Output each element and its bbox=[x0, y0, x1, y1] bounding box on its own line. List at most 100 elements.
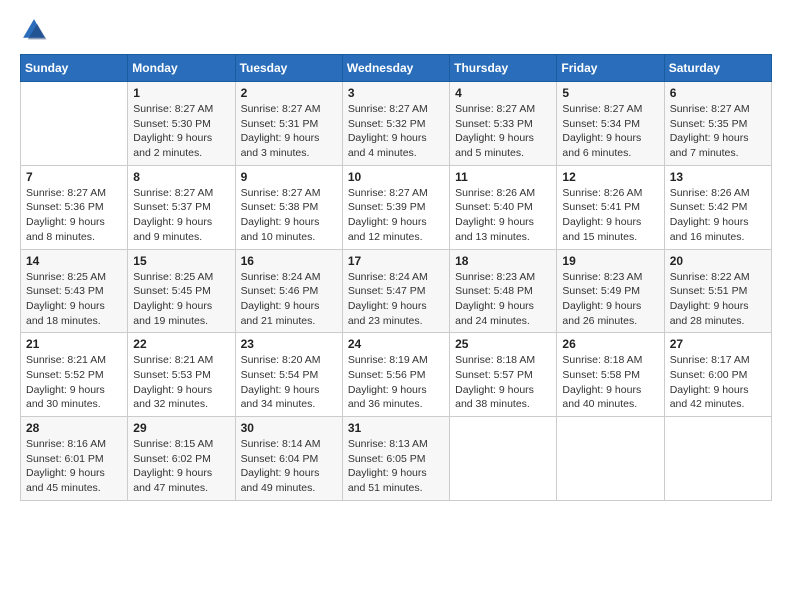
day-number: 8 bbox=[133, 170, 229, 184]
calendar-cell: 23Sunrise: 8:20 AM Sunset: 5:54 PM Dayli… bbox=[235, 333, 342, 417]
calendar-cell: 21 Sunrise: 8:21 AM Sunset: 5:52 PM Dayli… bbox=[21, 333, 128, 417]
day-info: Sunrise: 8:17 AM Sunset: 6:00 PM Dayligh… bbox=[670, 353, 766, 412]
weekday-header-tuesday: Tuesday bbox=[235, 55, 342, 82]
day-info: Sunrise: 8:27 AM Sunset: 5:30 PM Dayligh… bbox=[133, 102, 229, 161]
day-number: 1 bbox=[133, 86, 229, 100]
day-number: 25 bbox=[455, 337, 551, 351]
day-number: 15 bbox=[133, 254, 229, 268]
calendar-cell: 15 Sunrise: 8:25 AM Sunset: 5:45 PM Dayli… bbox=[128, 249, 235, 333]
calendar-cell: 4 Sunrise: 8:27 AM Sunset: 5:33 PM Daylig… bbox=[450, 82, 557, 166]
calendar-cell: 22Sunrise: 8:21 AM Sunset: 5:53 PM Dayli… bbox=[128, 333, 235, 417]
day-number: 18 bbox=[455, 254, 551, 268]
weekday-header-friday: Friday bbox=[557, 55, 664, 82]
calendar-cell: 8Sunrise: 8:27 AM Sunset: 5:37 PM Daylig… bbox=[128, 165, 235, 249]
day-number: 9 bbox=[241, 170, 337, 184]
day-info: Sunrise: 8:18 AM Sunset: 5:57 PM Dayligh… bbox=[455, 353, 551, 412]
calendar-cell bbox=[21, 82, 128, 166]
weekday-header-sunday: Sunday bbox=[21, 55, 128, 82]
day-number: 16 bbox=[241, 254, 337, 268]
day-number: 24 bbox=[348, 337, 444, 351]
day-info: Sunrise: 8:27 AM Sunset: 5:38 PM Dayligh… bbox=[241, 186, 337, 245]
day-number: 19 bbox=[562, 254, 658, 268]
calendar-cell: 17Sunrise: 8:24 AM Sunset: 5:47 PM Dayli… bbox=[342, 249, 449, 333]
day-info: Sunrise: 8:16 AM Sunset: 6:01 PM Dayligh… bbox=[26, 437, 122, 496]
calendar-cell: 20 Sunrise: 8:22 AM Sunset: 5:51 PM Dayli… bbox=[664, 249, 771, 333]
calendar-cell bbox=[664, 417, 771, 501]
calendar-cell: 18 Sunrise: 8:23 AM Sunset: 5:48 PM Dayli… bbox=[450, 249, 557, 333]
week-row-5: 28Sunrise: 8:16 AM Sunset: 6:01 PM Dayli… bbox=[21, 417, 772, 501]
calendar-cell bbox=[450, 417, 557, 501]
logo-icon bbox=[20, 16, 48, 44]
day-number: 12 bbox=[562, 170, 658, 184]
day-number: 31 bbox=[348, 421, 444, 435]
day-number: 20 bbox=[670, 254, 766, 268]
calendar-cell: 11 Sunrise: 8:26 AM Sunset: 5:40 PM Dayli… bbox=[450, 165, 557, 249]
day-info: Sunrise: 8:24 AM Sunset: 5:47 PM Dayligh… bbox=[348, 270, 444, 329]
day-info: Sunrise: 8:23 AM Sunset: 5:48 PM Dayligh… bbox=[455, 270, 551, 329]
day-info: Sunrise: 8:27 AM Sunset: 5:39 PM Dayligh… bbox=[348, 186, 444, 245]
weekday-header-wednesday: Wednesday bbox=[342, 55, 449, 82]
calendar-cell: 3 Sunrise: 8:27 AM Sunset: 5:32 PM Daylig… bbox=[342, 82, 449, 166]
day-info: Sunrise: 8:21 AM Sunset: 5:52 PM Dayligh… bbox=[26, 353, 122, 412]
calendar-cell: 30Sunrise: 8:14 AM Sunset: 6:04 PM Dayli… bbox=[235, 417, 342, 501]
calendar-cell: 19 Sunrise: 8:23 AM Sunset: 5:49 PM Dayli… bbox=[557, 249, 664, 333]
calendar-cell: 9 Sunrise: 8:27 AM Sunset: 5:38 PM Daylig… bbox=[235, 165, 342, 249]
calendar-cell: 7 Sunrise: 8:27 AM Sunset: 5:36 PM Daylig… bbox=[21, 165, 128, 249]
day-info: Sunrise: 8:27 AM Sunset: 5:32 PM Dayligh… bbox=[348, 102, 444, 161]
calendar-header: SundayMondayTuesdayWednesdayThursdayFrid… bbox=[21, 55, 772, 82]
day-info: Sunrise: 8:18 AM Sunset: 5:58 PM Dayligh… bbox=[562, 353, 658, 412]
day-info: Sunrise: 8:15 AM Sunset: 6:02 PM Dayligh… bbox=[133, 437, 229, 496]
calendar-cell: 5Sunrise: 8:27 AM Sunset: 5:34 PM Daylig… bbox=[557, 82, 664, 166]
calendar-cell: 14Sunrise: 8:25 AM Sunset: 5:43 PM Dayli… bbox=[21, 249, 128, 333]
calendar-cell: 24 Sunrise: 8:19 AM Sunset: 5:56 PM Dayli… bbox=[342, 333, 449, 417]
day-info: Sunrise: 8:13 AM Sunset: 6:05 PM Dayligh… bbox=[348, 437, 444, 496]
calendar-cell: 6 Sunrise: 8:27 AM Sunset: 5:35 PM Daylig… bbox=[664, 82, 771, 166]
day-info: Sunrise: 8:27 AM Sunset: 5:31 PM Dayligh… bbox=[241, 102, 337, 161]
day-number: 4 bbox=[455, 86, 551, 100]
day-info: Sunrise: 8:19 AM Sunset: 5:56 PM Dayligh… bbox=[348, 353, 444, 412]
day-info: Sunrise: 8:25 AM Sunset: 5:45 PM Dayligh… bbox=[133, 270, 229, 329]
week-row-3: 14Sunrise: 8:25 AM Sunset: 5:43 PM Dayli… bbox=[21, 249, 772, 333]
day-info: Sunrise: 8:27 AM Sunset: 5:36 PM Dayligh… bbox=[26, 186, 122, 245]
week-row-2: 7 Sunrise: 8:27 AM Sunset: 5:36 PM Daylig… bbox=[21, 165, 772, 249]
calendar-cell: 28Sunrise: 8:16 AM Sunset: 6:01 PM Dayli… bbox=[21, 417, 128, 501]
day-number: 21 bbox=[26, 337, 122, 351]
day-number: 2 bbox=[241, 86, 337, 100]
weekday-header-monday: Monday bbox=[128, 55, 235, 82]
calendar-cell: 16 Sunrise: 8:24 AM Sunset: 5:46 PM Dayli… bbox=[235, 249, 342, 333]
day-number: 3 bbox=[348, 86, 444, 100]
calendar: SundayMondayTuesdayWednesdayThursdayFrid… bbox=[20, 54, 772, 501]
day-info: Sunrise: 8:24 AM Sunset: 5:46 PM Dayligh… bbox=[241, 270, 337, 329]
day-number: 10 bbox=[348, 170, 444, 184]
calendar-body: 1 Sunrise: 8:27 AM Sunset: 5:30 PM Daylig… bbox=[21, 82, 772, 501]
calendar-cell: 29 Sunrise: 8:15 AM Sunset: 6:02 PM Dayli… bbox=[128, 417, 235, 501]
calendar-cell: 31 Sunrise: 8:13 AM Sunset: 6:05 PM Dayli… bbox=[342, 417, 449, 501]
header bbox=[20, 16, 772, 44]
day-number: 7 bbox=[26, 170, 122, 184]
day-number: 6 bbox=[670, 86, 766, 100]
logo bbox=[20, 16, 52, 44]
calendar-cell: 13Sunrise: 8:26 AM Sunset: 5:42 PM Dayli… bbox=[664, 165, 771, 249]
day-info: Sunrise: 8:22 AM Sunset: 5:51 PM Dayligh… bbox=[670, 270, 766, 329]
day-info: Sunrise: 8:26 AM Sunset: 5:41 PM Dayligh… bbox=[562, 186, 658, 245]
calendar-cell bbox=[557, 417, 664, 501]
day-number: 14 bbox=[26, 254, 122, 268]
day-info: Sunrise: 8:26 AM Sunset: 5:40 PM Dayligh… bbox=[455, 186, 551, 245]
calendar-cell: 26 Sunrise: 8:18 AM Sunset: 5:58 PM Dayli… bbox=[557, 333, 664, 417]
day-info: Sunrise: 8:21 AM Sunset: 5:53 PM Dayligh… bbox=[133, 353, 229, 412]
day-number: 26 bbox=[562, 337, 658, 351]
day-number: 29 bbox=[133, 421, 229, 435]
weekday-header-thursday: Thursday bbox=[450, 55, 557, 82]
day-info: Sunrise: 8:26 AM Sunset: 5:42 PM Dayligh… bbox=[670, 186, 766, 245]
calendar-cell: 27Sunrise: 8:17 AM Sunset: 6:00 PM Dayli… bbox=[664, 333, 771, 417]
day-info: Sunrise: 8:27 AM Sunset: 5:35 PM Dayligh… bbox=[670, 102, 766, 161]
day-info: Sunrise: 8:20 AM Sunset: 5:54 PM Dayligh… bbox=[241, 353, 337, 412]
day-number: 5 bbox=[562, 86, 658, 100]
calendar-cell: 2 Sunrise: 8:27 AM Sunset: 5:31 PM Daylig… bbox=[235, 82, 342, 166]
day-info: Sunrise: 8:27 AM Sunset: 5:33 PM Dayligh… bbox=[455, 102, 551, 161]
weekday-header-saturday: Saturday bbox=[664, 55, 771, 82]
page: SundayMondayTuesdayWednesdayThursdayFrid… bbox=[0, 0, 792, 612]
day-number: 11 bbox=[455, 170, 551, 184]
week-row-1: 1 Sunrise: 8:27 AM Sunset: 5:30 PM Daylig… bbox=[21, 82, 772, 166]
day-info: Sunrise: 8:23 AM Sunset: 5:49 PM Dayligh… bbox=[562, 270, 658, 329]
